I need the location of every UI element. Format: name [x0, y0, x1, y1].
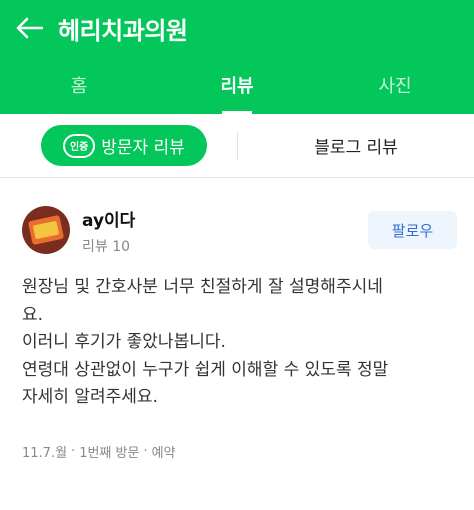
visit-date: 11.7.월	[22, 446, 68, 461]
reviewer-name[interactable]: ay이다	[82, 206, 135, 231]
review-meta: 11.7.월 · 1번째 방문 · 예약	[22, 442, 176, 461]
review-text-line: 연령대 상관없이 누구가 쉽게 이해할 수 있도록 정말	[22, 359, 389, 380]
meta-separator: ·	[71, 444, 76, 459]
review-text-line: 이러니 후기가 좋았나봅니다.	[22, 332, 226, 352]
page-title: 헤리치과의원	[58, 16, 188, 45]
follow-button[interactable]: 팔로우	[368, 211, 457, 249]
back-button[interactable]	[0, 0, 58, 56]
review-text[interactable]: 원장님 및 간호사분 너무 친절하게 잘 설명해주시네 요. 이러니 후기가 좋…	[22, 274, 462, 412]
meta-separator: ·	[143, 444, 148, 459]
main-tabs: 홈 리뷰 사진	[0, 56, 474, 114]
visitor-review-label: 방문자 리뷰	[101, 138, 185, 158]
review-type-tabs: 인증 방문자 리뷰 블로그 리뷰	[0, 114, 474, 178]
visit-count: 1번째 방문	[79, 446, 140, 461]
tab-photos[interactable]: 사진	[316, 56, 474, 114]
reviewer-review-count: 리뷰 10	[82, 239, 131, 255]
review-text-line: 자세히 알려주세요.	[22, 387, 158, 407]
app-header: 헤리치과의원	[0, 0, 474, 56]
visit-type: 예약	[151, 446, 176, 461]
avatar[interactable]	[22, 206, 70, 254]
blog-review-tab[interactable]: 블로그 리뷰	[238, 125, 474, 166]
tab-home[interactable]: 홈	[0, 56, 158, 114]
visitor-review-tab[interactable]: 인증 방문자 리뷰	[41, 125, 207, 166]
verified-badge-icon: 인증	[63, 133, 96, 158]
review-text-line: 원장님 및 간호사분 너무 친절하게 잘 설명해주시네	[22, 277, 383, 297]
arrow-left-icon	[16, 17, 43, 39]
tab-reviews[interactable]: 리뷰	[158, 56, 316, 114]
review-text-line: 요.	[22, 304, 44, 325]
